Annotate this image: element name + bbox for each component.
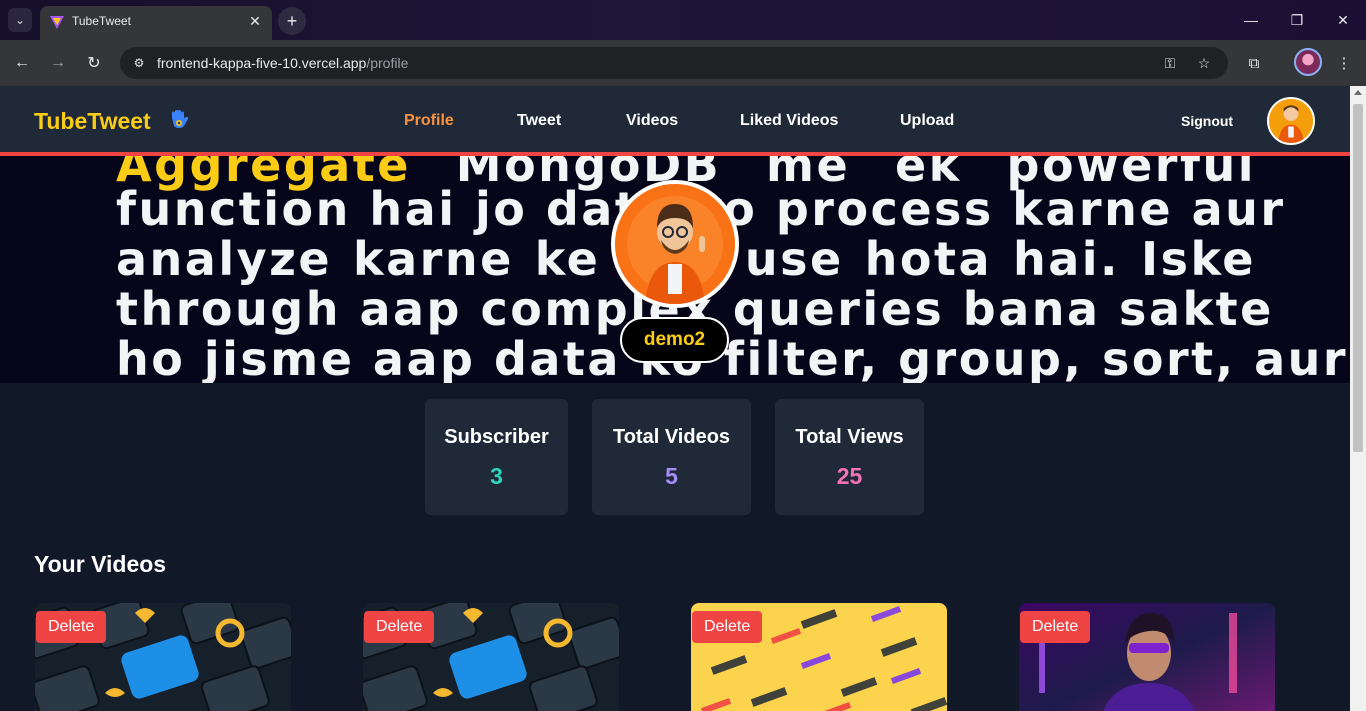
reload-icon[interactable]: ↻: [81, 50, 107, 76]
delete-button[interactable]: Delete: [1020, 611, 1091, 643]
browser-tab[interactable]: TubeTweet ✕: [40, 6, 272, 40]
stat-card-subscriber: Subscriber 3: [425, 399, 568, 515]
close-window-icon[interactable]: ✕: [1320, 0, 1366, 40]
stat-value: 3: [490, 463, 503, 489]
profile-avatar: [611, 180, 739, 308]
delete-button[interactable]: Delete: [692, 611, 763, 643]
signout-button[interactable]: Signout: [1181, 113, 1233, 129]
delete-button[interactable]: Delete: [36, 611, 107, 643]
stat-card-total-videos: Total Videos 5: [592, 399, 751, 515]
stat-value: 5: [665, 463, 678, 489]
tab-title: TubeTweet: [72, 14, 131, 28]
nav-upload[interactable]: Upload: [900, 112, 954, 130]
new-tab-icon[interactable]: +: [278, 7, 306, 35]
video-thumbnail[interactable]: Delete: [363, 603, 619, 711]
scrollbar-thumb[interactable]: [1353, 104, 1363, 452]
page-scrollbar[interactable]: [1350, 86, 1366, 711]
restore-icon[interactable]: ❐: [1274, 0, 1320, 40]
tab-search-icon[interactable]: ⌄: [8, 8, 32, 32]
delete-button[interactable]: Delete: [364, 611, 435, 643]
forward-icon[interactable]: →: [45, 50, 71, 76]
password-key-icon[interactable]: ⚿: [1160, 53, 1180, 73]
stat-card-total-views: Total Views 25: [775, 399, 924, 515]
tab-close-icon[interactable]: ✕: [246, 12, 264, 30]
tubetweet-favicon-icon: [50, 16, 64, 29]
browser-toolbar: ← → ↻ ⚙ frontend-kappa-five-10.vercel.ap…: [0, 40, 1366, 86]
extensions-icon[interactable]: ⧉: [1243, 52, 1265, 74]
scroll-up-arrow-icon[interactable]: [1354, 90, 1362, 95]
stat-value: 25: [836, 463, 863, 489]
video-thumbnail[interactable]: Delete: [691, 603, 947, 711]
browser-profile-avatar[interactable]: [1294, 48, 1322, 76]
nav-liked-videos[interactable]: Liked Videos: [740, 112, 838, 130]
avatar-illustration: [1269, 99, 1313, 143]
site-header: TubeTweet Profile Tweet Videos Liked Vid…: [0, 86, 1350, 156]
hamsa-hand-icon: [172, 110, 189, 129]
url-text[interactable]: frontend-kappa-five-10.vercel.app/profil…: [157, 55, 408, 71]
video-thumbnail[interactable]: Delete: [35, 603, 291, 711]
back-icon[interactable]: ←: [9, 50, 35, 76]
profile-avatar-illustration: [615, 184, 735, 304]
site-info-icon[interactable]: ⚙: [130, 54, 148, 72]
stat-label: Subscriber: [444, 426, 549, 448]
page-content: TubeTweet Profile Tweet Videos Liked Vid…: [0, 86, 1350, 711]
stat-label: Total Videos: [612, 426, 731, 448]
video-thumbnail[interactable]: Delete: [1019, 603, 1275, 711]
browser-tab-strip: ⌄ TubeTweet ✕ + — ❐ ✕: [0, 0, 1366, 40]
nav-profile[interactable]: Profile: [404, 112, 454, 130]
section-title-your-videos: Your Videos: [34, 551, 167, 577]
nav-tweet[interactable]: Tweet: [517, 112, 561, 130]
browser-menu-icon[interactable]: ⋮: [1333, 52, 1355, 74]
username-badge: demo2: [620, 317, 729, 363]
site-logo[interactable]: TubeTweet: [34, 108, 151, 135]
minimize-icon[interactable]: —: [1228, 0, 1274, 40]
nav-videos[interactable]: Videos: [626, 112, 678, 130]
address-bar[interactable]: ⚙ frontend-kappa-five-10.vercel.app/prof…: [120, 47, 1228, 79]
stat-label: Total Views: [795, 426, 904, 448]
header-avatar[interactable]: [1267, 97, 1315, 145]
bookmark-star-icon[interactable]: ☆: [1194, 53, 1214, 73]
